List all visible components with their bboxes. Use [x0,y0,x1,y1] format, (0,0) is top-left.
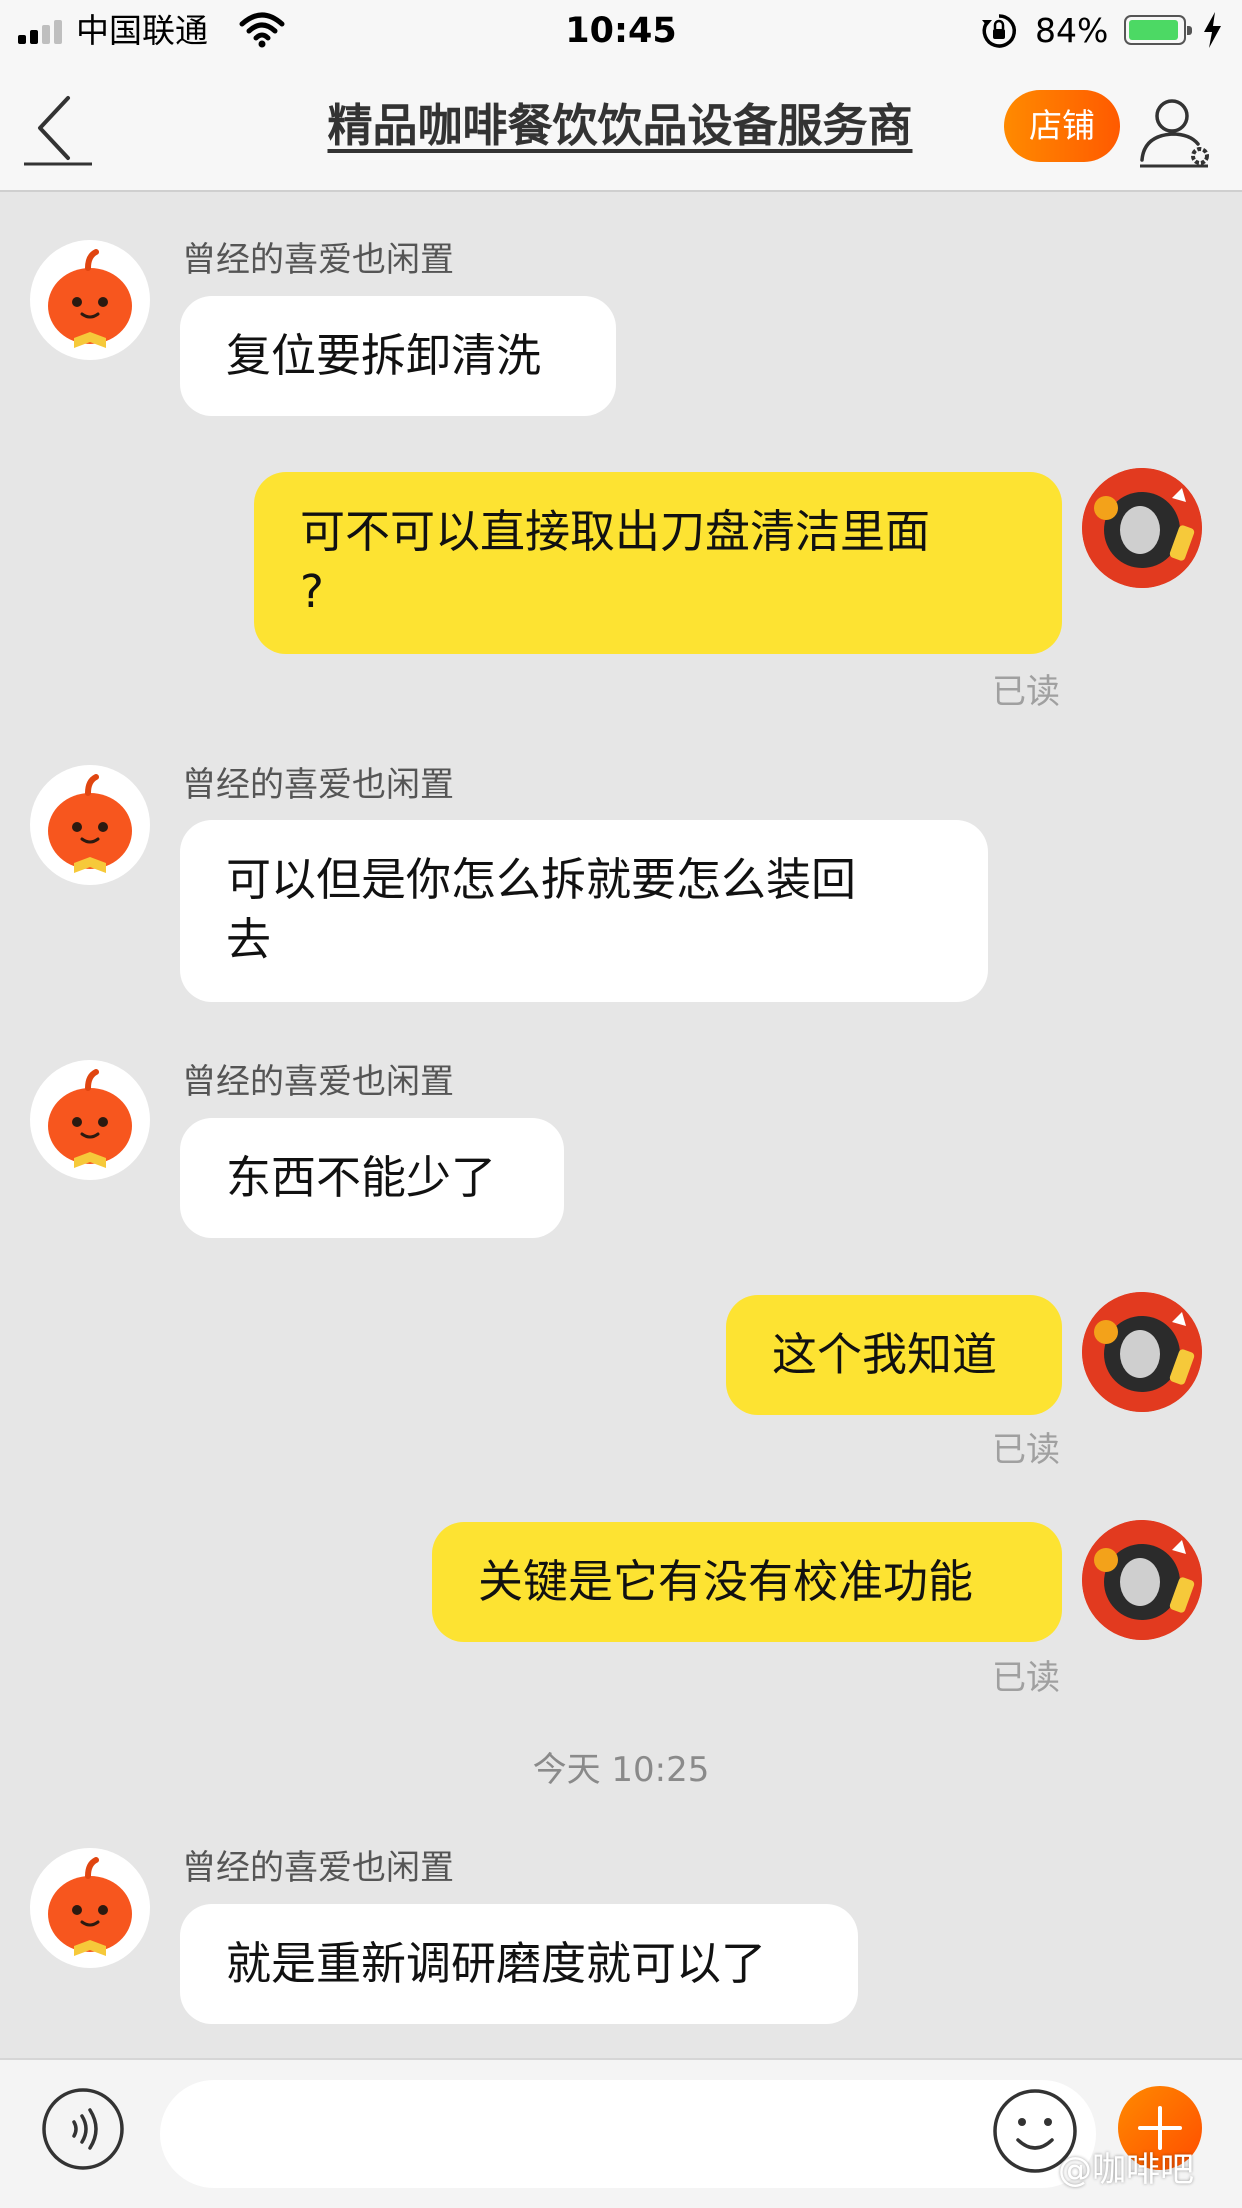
avatar[interactable] [30,240,150,360]
rotation-lock-icon [982,14,1016,48]
message-bubble[interactable]: 可以但是你怎么拆就要怎么装回 去 [180,820,988,1002]
avatar[interactable] [30,765,150,885]
message-text-line: 就是重新调研磨度就可以了 [226,1937,767,1990]
my-avatar[interactable] [1082,468,1202,588]
message-bubble[interactable]: 可不可以直接取出刀盘清洁里面 ? [254,472,1062,654]
nav-bar: 精品咖啡餐饮饮品设备服务商 店铺 [0,62,1242,192]
battery-percent: 84% [1035,11,1109,50]
shop-button[interactable]: 店铺 [1004,90,1120,162]
sender-name: 曾经的喜爱也闲置 [182,765,454,805]
page-title: 精品咖啡餐饮饮品设备服务商 [327,99,913,152]
message-text-line: 去 [226,913,272,966]
message-text-line: 东西不能少了 [226,1151,497,1204]
my-avatar[interactable] [1082,1520,1202,1640]
voice-icon[interactable] [40,2086,126,2172]
watermark: @咖啡吧 [1058,2150,1194,2190]
message-bubble[interactable]: 东西不能少了 [180,1118,564,1238]
message-text-line: 这个我知道 [772,1328,998,1381]
sender-name: 曾经的喜爱也闲置 [182,1062,454,1102]
charging-bolt-icon [1204,12,1221,48]
message-text-line: ? [300,565,324,618]
chevron-left-icon[interactable] [20,90,96,166]
timestamp-divider: 今天 10:25 [532,1750,710,1790]
message-text-line: 关键是它有没有校准功能 [478,1555,974,1608]
message-bubble[interactable]: 关键是它有没有校准功能 [432,1522,1062,1642]
input-bar [0,2058,1242,2208]
message-input[interactable] [160,2080,1096,2188]
read-status: 已读 [992,1658,1060,1698]
avatar[interactable] [30,1848,150,1968]
message-text-line: 复位要拆卸清洗 [226,329,542,382]
status-bar: 中国联通 10:45 84% [0,0,1242,62]
sender-name: 曾经的喜爱也闲置 [182,240,454,280]
my-avatar[interactable] [1082,1292,1202,1412]
read-status: 已读 [992,1430,1060,1470]
message-text-line: 可不可以直接取出刀盘清洁里面 [300,505,931,558]
read-status: 已读 [992,672,1060,712]
avatar[interactable] [30,1060,150,1180]
user-settings-icon[interactable] [1136,90,1216,170]
message-bubble[interactable]: 就是重新调研磨度就可以了 [180,1904,858,2024]
message-text-line: 可以但是你怎么拆就要怎么装回 [226,853,857,906]
message-bubble[interactable]: 这个我知道 [726,1295,1062,1415]
sender-name: 曾经的喜爱也闲置 [182,1848,454,1888]
message-bubble[interactable]: 复位要拆卸清洗 [180,296,616,416]
battery-icon [1124,15,1192,45]
